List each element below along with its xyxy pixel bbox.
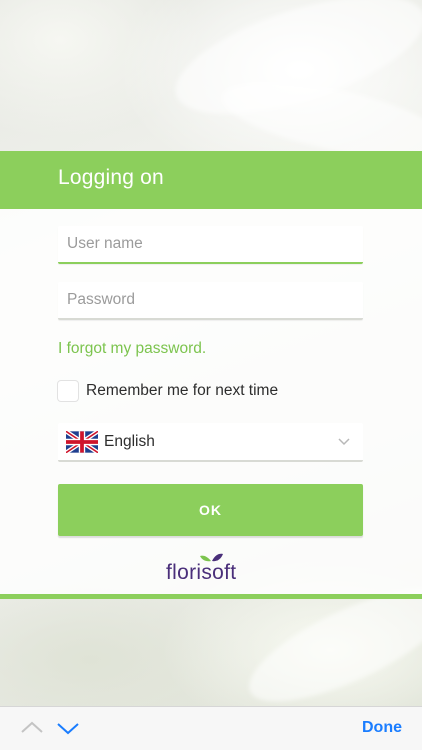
remember-me-label: Remember me for next time <box>86 382 279 399</box>
chevron-down-icon[interactable] <box>56 719 80 737</box>
language-select[interactable]: English <box>58 423 363 462</box>
done-button[interactable]: Done <box>362 719 402 737</box>
uk-flag-icon <box>66 430 98 453</box>
svg-text:florisoft: florisoft <box>166 561 236 584</box>
footer-bar <box>0 594 422 599</box>
password-input[interactable] <box>58 282 363 318</box>
page-title: Logging on <box>58 166 164 189</box>
remember-me-checkbox[interactable] <box>58 381 78 401</box>
username-input[interactable] <box>58 226 363 262</box>
username-field[interactable] <box>58 226 363 264</box>
forgot-password-link[interactable]: I forgot my password. <box>58 340 206 358</box>
chevron-up-icon[interactable] <box>20 719 44 737</box>
keyboard-toolbar: Done <box>0 706 422 750</box>
remember-me-row[interactable]: Remember me for next time <box>58 380 278 402</box>
chevron-down-icon <box>338 438 350 446</box>
language-selected-value: English <box>104 432 155 450</box>
florisoft-logo: florisoft <box>166 553 236 584</box>
ok-button[interactable]: OK <box>58 484 363 536</box>
password-field[interactable] <box>58 282 363 320</box>
